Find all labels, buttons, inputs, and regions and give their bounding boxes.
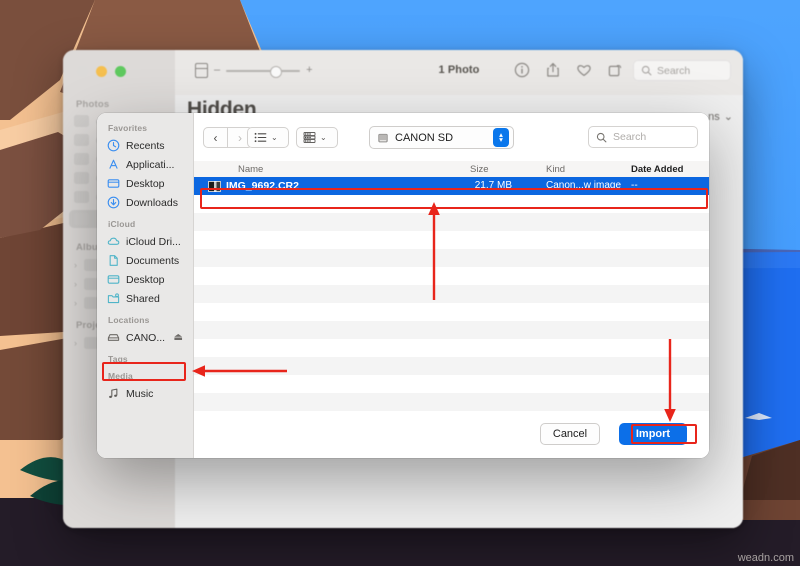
- arrow-up-to-file-row: [428, 202, 440, 300]
- canon-sidebar-highlight-box: [102, 362, 186, 381]
- arrow-down-to-import-button: [664, 339, 676, 422]
- import-button-highlight-box: [631, 424, 697, 444]
- watermark: weadn.com: [737, 552, 794, 564]
- screenshot-root: Photos Albums › › › Projects › – + 1 Pho…: [0, 0, 800, 566]
- annotation-arrows: [192, 202, 676, 422]
- annotation-layer: [0, 0, 800, 566]
- file-row-highlight-box: [200, 188, 708, 209]
- arrow-left-to-canon-drive: [192, 365, 287, 377]
